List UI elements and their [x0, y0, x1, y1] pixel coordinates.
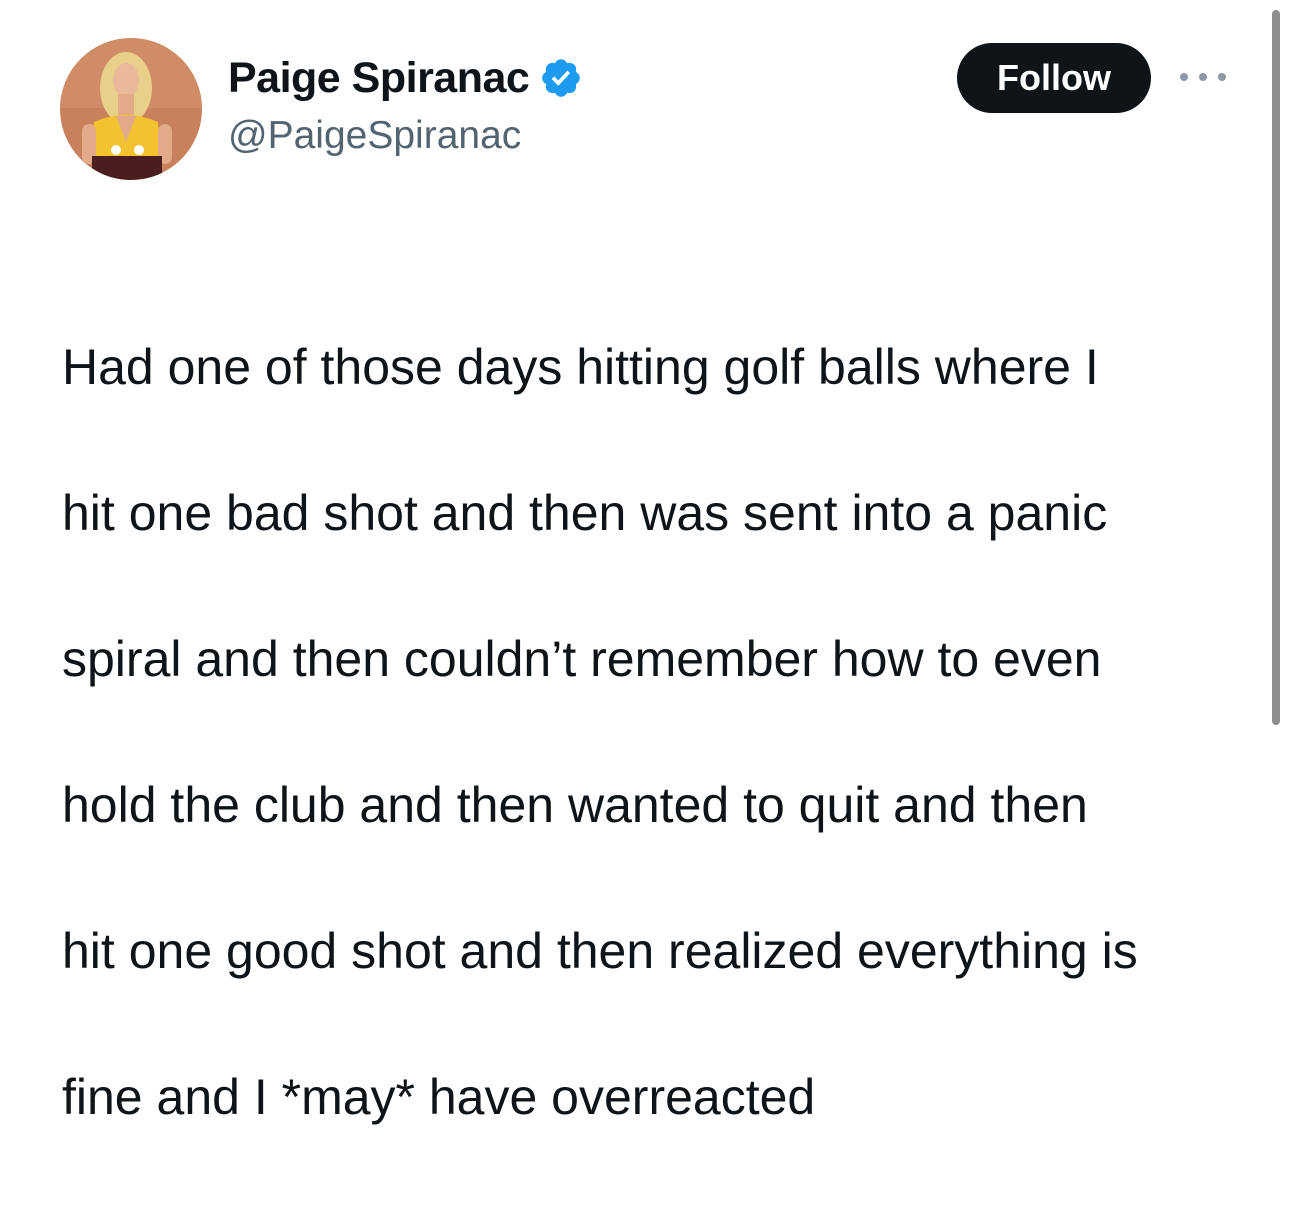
follow-button[interactable]: Follow — [957, 43, 1151, 113]
scrollbar[interactable] — [1272, 10, 1280, 725]
user-handle[interactable]: @PaigeSpiranac — [228, 114, 521, 158]
more-dot — [1218, 73, 1226, 81]
tweet-text-line: spiral and then couldn’t remember how to… — [62, 631, 1102, 687]
tweet-text-line: hold the club and then wanted to quit an… — [62, 777, 1088, 833]
more-horizontal-icon[interactable] — [1180, 66, 1226, 88]
tweet-text-line: Had one of those days hitting golf balls… — [62, 339, 1099, 395]
author-name-row: Paige Spiranac — [228, 50, 583, 106]
more-dot — [1180, 73, 1188, 81]
verified-badge-icon[interactable] — [539, 56, 583, 100]
tweet-text-line: hit one bad shot and then was sent into … — [62, 485, 1108, 541]
tweet-text: Had one of those days hitting golf balls… — [62, 258, 1252, 1207]
avatar-image — [60, 38, 202, 180]
tweet-text-line: hit one good shot and then realized ever… — [62, 923, 1138, 979]
more-dot — [1199, 73, 1207, 81]
tweet-text-line: fine and I *may* have overreacted — [62, 1069, 816, 1125]
avatar[interactable] — [60, 38, 202, 180]
display-name[interactable]: Paige Spiranac — [228, 54, 530, 103]
